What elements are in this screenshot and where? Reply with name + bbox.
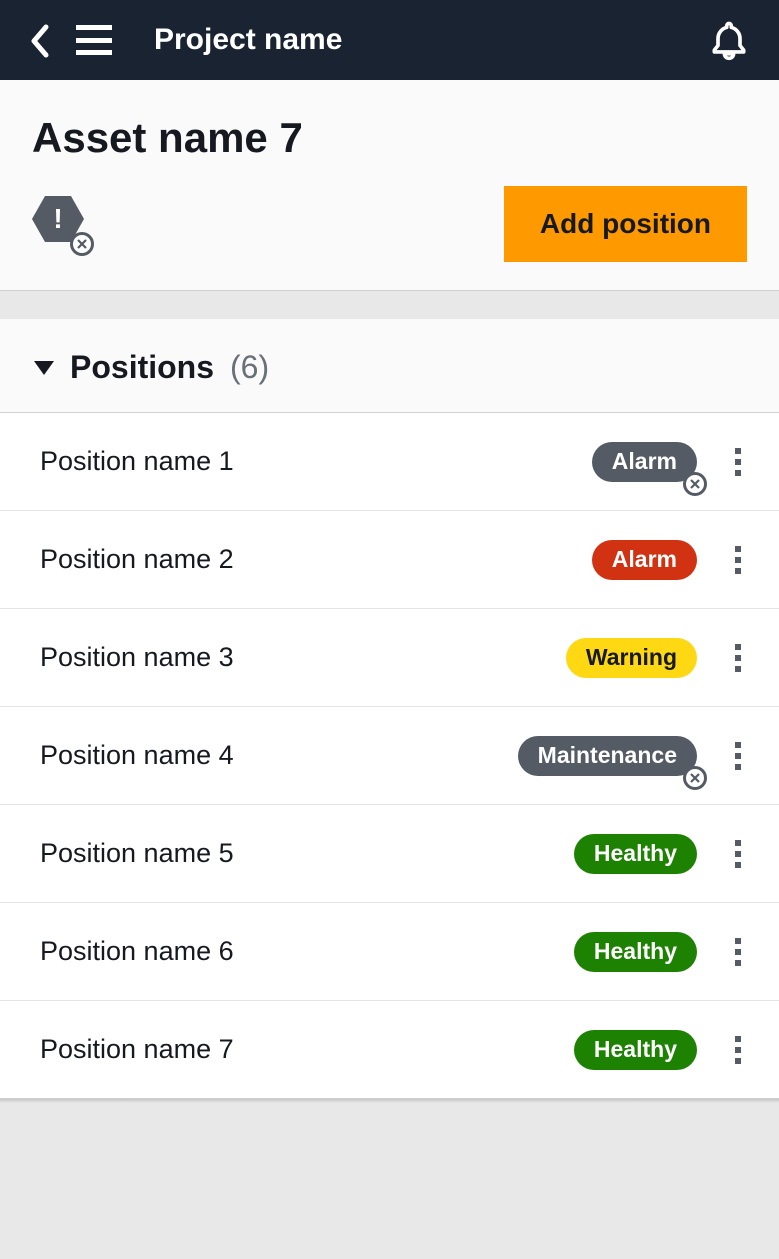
notifications-button[interactable]: [707, 18, 751, 62]
status-badge-wrapper: Healthy: [574, 932, 697, 972]
position-name: Position name 5: [40, 838, 574, 869]
status-badge: Healthy: [574, 932, 697, 972]
status-badge-wrapper: Warning: [566, 638, 697, 678]
kebab-dot-icon: [735, 557, 741, 563]
bell-icon: [707, 18, 751, 62]
nav-left-group: Project name: [28, 23, 342, 57]
chevron-left-icon: [28, 23, 50, 59]
kebab-dot-icon: [735, 666, 741, 672]
kebab-dot-icon: [735, 949, 741, 955]
kebab-dot-icon: [735, 1047, 741, 1053]
kebab-dot-icon: [735, 470, 741, 476]
position-name: Position name 2: [40, 544, 592, 575]
kebab-dot-icon: [735, 764, 741, 770]
status-badge: Alarm: [592, 442, 697, 482]
kebab-dot-icon: [735, 840, 741, 846]
kebab-dot-icon: [735, 742, 741, 748]
kebab-dot-icon: [735, 448, 741, 454]
menu-button[interactable]: [76, 25, 112, 55]
list-bottom-shadow: [0, 1099, 779, 1103]
position-row[interactable]: Position name 5Healthy: [0, 805, 779, 903]
row-menu-button[interactable]: [723, 932, 753, 972]
position-row[interactable]: Position name 1Alarm: [0, 413, 779, 511]
position-row[interactable]: Position name 2Alarm: [0, 511, 779, 609]
position-row[interactable]: Position name 6Healthy: [0, 903, 779, 1001]
kebab-dot-icon: [735, 851, 741, 857]
position-row[interactable]: Position name 7Healthy: [0, 1001, 779, 1099]
position-row[interactable]: Position name 3Warning: [0, 609, 779, 707]
row-menu-button[interactable]: [723, 540, 753, 580]
status-badge: Maintenance: [518, 736, 697, 776]
row-menu-button[interactable]: [723, 1030, 753, 1070]
kebab-dot-icon: [735, 938, 741, 944]
status-badge-wrapper: Healthy: [574, 1030, 697, 1070]
kebab-dot-icon: [735, 568, 741, 574]
kebab-dot-icon: [735, 546, 741, 552]
position-name: Position name 3: [40, 642, 566, 673]
kebab-dot-icon: [735, 1036, 741, 1042]
mute-overlay-icon: [683, 472, 707, 496]
project-title: Project name: [154, 23, 342, 57]
kebab-dot-icon: [735, 655, 741, 661]
row-menu-button[interactable]: [723, 736, 753, 776]
positions-count: (6): [230, 349, 269, 386]
position-name: Position name 1: [40, 446, 592, 477]
status-badge-wrapper: Maintenance: [518, 736, 697, 776]
kebab-dot-icon: [735, 1058, 741, 1064]
status-badge: Alarm: [592, 540, 697, 580]
status-badge-wrapper: Healthy: [574, 834, 697, 874]
asset-status-icon: !: [32, 196, 90, 252]
position-name: Position name 6: [40, 936, 574, 967]
asset-header: Asset name 7 ! Add position: [0, 80, 779, 291]
kebab-dot-icon: [735, 459, 741, 465]
positions-section-header[interactable]: Positions (6): [0, 319, 779, 413]
back-button[interactable]: [28, 23, 48, 57]
row-menu-button[interactable]: [723, 638, 753, 678]
status-badge: Warning: [566, 638, 697, 678]
section-gap: [0, 291, 779, 319]
position-name: Position name 4: [40, 740, 518, 771]
disclosure-triangle-icon: [34, 361, 54, 375]
mute-overlay-icon: [683, 766, 707, 790]
kebab-dot-icon: [735, 960, 741, 966]
position-name: Position name 7: [40, 1034, 574, 1065]
asset-title: Asset name 7: [32, 114, 747, 162]
row-menu-button[interactable]: [723, 834, 753, 874]
positions-list: Position name 1AlarmPosition name 2Alarm…: [0, 413, 779, 1099]
exclamation-icon: !: [53, 203, 62, 235]
hamburger-icon: [76, 25, 112, 30]
top-navbar: Project name: [0, 0, 779, 80]
mute-overlay-icon: [70, 232, 94, 256]
row-menu-button[interactable]: [723, 442, 753, 482]
position-row[interactable]: Position name 4Maintenance: [0, 707, 779, 805]
kebab-dot-icon: [735, 753, 741, 759]
hamburger-icon: [76, 38, 112, 43]
status-badge: Healthy: [574, 1030, 697, 1070]
status-badge-wrapper: Alarm: [592, 442, 697, 482]
add-position-button[interactable]: Add position: [504, 186, 747, 262]
kebab-dot-icon: [735, 644, 741, 650]
hamburger-icon: [76, 50, 112, 55]
status-badge: Healthy: [574, 834, 697, 874]
status-badge-wrapper: Alarm: [592, 540, 697, 580]
kebab-dot-icon: [735, 862, 741, 868]
asset-actions-row: ! Add position: [32, 186, 747, 262]
positions-label: Positions: [70, 349, 214, 386]
